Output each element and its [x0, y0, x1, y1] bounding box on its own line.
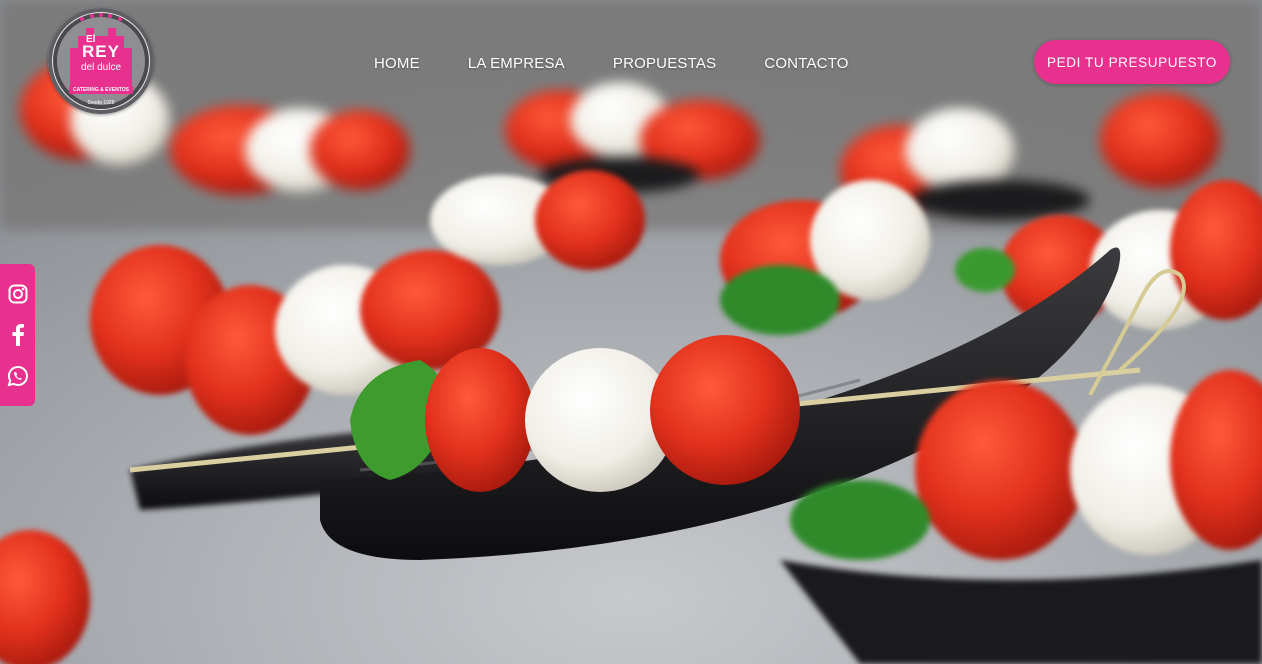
logo-text-del-dulce: del dulce [80, 62, 122, 73]
instagram-icon[interactable] [7, 283, 29, 305]
nav-home[interactable]: HOME [374, 55, 420, 72]
nav-contacto[interactable]: CONTACTO [764, 55, 848, 72]
nav-propuestas[interactable]: PROPUESTAS [613, 55, 716, 72]
main-navigation: HOME LA EMPRESA PROPUESTAS CONTACTO [374, 52, 897, 74]
logo-tagline: CATERING & EVENTOS [69, 86, 133, 94]
whatsapp-icon[interactable] [7, 365, 29, 387]
social-sidebar [0, 264, 35, 406]
request-quote-button[interactable]: PEDI TU PRESUPUESTO [1034, 40, 1230, 84]
logo-since: Desde 1928 [87, 100, 115, 106]
facebook-icon[interactable] [7, 324, 29, 346]
logo-text-rey: REY [82, 42, 120, 61]
nav-la-empresa[interactable]: LA EMPRESA [468, 55, 565, 72]
brand-logo[interactable]: El REY del dulce CATERING & EVENTOS Desd… [48, 8, 154, 114]
hero-background-image [0, 0, 1262, 664]
